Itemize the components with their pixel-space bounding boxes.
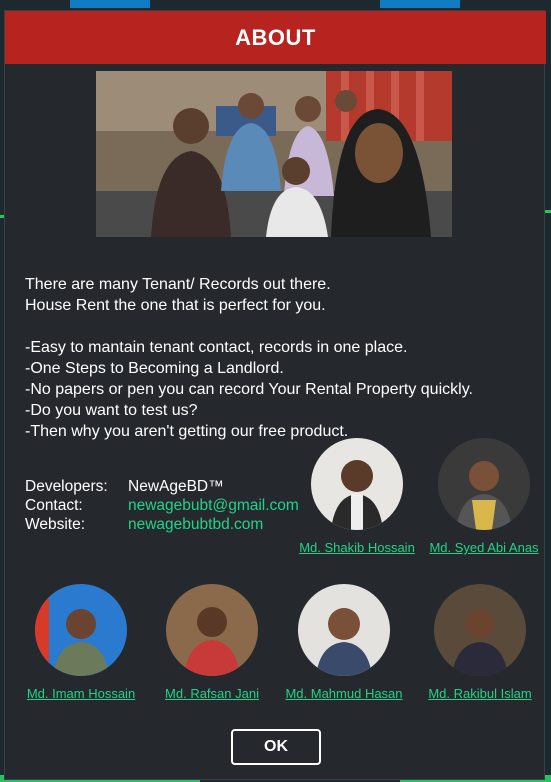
description-line: -Do you want to test us?: [25, 402, 198, 419]
developers-label: Developers:: [25, 478, 108, 495]
background-app-fragment: [545, 210, 551, 213]
ok-button[interactable]: OK: [231, 729, 321, 765]
website-label: Website:: [25, 516, 86, 533]
website-link[interactable]: newagebubtbd.com: [128, 515, 263, 534]
description-line: House Rent the one that is perfect for y…: [25, 297, 326, 314]
avatar-photo-icon: [298, 584, 390, 676]
team-member-link[interactable]: Md. Rafsan Jani: [157, 686, 267, 701]
avatar-photo-icon: [311, 438, 403, 530]
avatar-photo-icon: [438, 438, 530, 530]
team-member-card: Md. Shakib Hossain: [296, 438, 418, 555]
app-description: There are many Tenant/ Records out there…: [25, 274, 545, 442]
contact-label: Contact:: [25, 497, 83, 514]
avatar-photo-icon: [434, 584, 526, 676]
team-group-photo: [96, 71, 452, 237]
team-member-link[interactable]: Md. Imam Hossain: [23, 686, 139, 701]
team-member-card: Md. Rafsan Jani: [157, 584, 267, 701]
dialog-title: ABOUT: [5, 11, 546, 64]
about-dialog: ABOUT There are many Tenant/ Records out…: [4, 10, 546, 780]
description-line: -No papers or pen you can record Your Re…: [25, 381, 473, 398]
background-app-fragment: [70, 0, 150, 8]
team-member-card: Md. Syed Abi Anas: [426, 438, 542, 555]
team-member-card: Md. Rakibul Islam: [421, 584, 539, 701]
team-member-card: Md. Imam Hossain: [23, 584, 139, 701]
contact-email-link[interactable]: newagebubt@gmail.com: [128, 496, 299, 515]
avatar-photo-icon: [35, 584, 127, 676]
team-member-card: Md. Mahmud Hasan: [281, 584, 407, 701]
developer-info: Developers: NewAgeBD™ Contact: newagebub…: [25, 477, 299, 534]
team-member-link[interactable]: Md. Shakib Hossain: [296, 540, 418, 555]
description-line: There are many Tenant/ Records out there…: [25, 276, 331, 293]
description-line: -Easy to mantain tenant contact, records…: [25, 339, 408, 356]
developers-value: NewAgeBD™: [128, 478, 224, 495]
background-app-fragment: [380, 0, 460, 8]
team-member-link[interactable]: Md. Mahmud Hasan: [281, 686, 407, 701]
team-member-link[interactable]: Md. Rakibul Islam: [421, 686, 539, 701]
description-line: -One Steps to Becoming a Landlord.: [25, 360, 284, 377]
avatar-photo-icon: [166, 584, 258, 676]
team-member-link[interactable]: Md. Syed Abi Anas: [426, 540, 542, 555]
